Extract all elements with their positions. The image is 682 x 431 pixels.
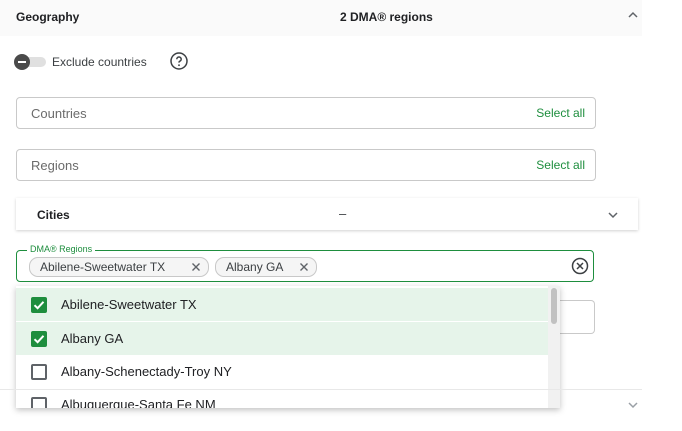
regions-field[interactable]: Regions Select all — [16, 149, 596, 181]
dma-regions-legend: DMA® Regions — [27, 244, 96, 254]
dma-option[interactable]: Albany-Schenectady-Troy NY — [16, 355, 548, 388]
checkbox-unchecked[interactable] — [31, 364, 47, 380]
clear-circle-icon[interactable] — [571, 257, 589, 275]
dma-option[interactable]: Abilene-Sweetwater TX — [16, 288, 548, 321]
dma-option-label: Albuquerque-Santa Fe NM — [61, 397, 216, 408]
dma-chip: Abilene-Sweetwater TX — [29, 257, 209, 277]
dma-chip-label: Albany GA — [226, 260, 284, 274]
dma-option-label: Albany-Schenectady-Troy NY — [61, 364, 232, 379]
chevron-up-icon[interactable] — [626, 8, 640, 22]
exclude-countries-toggle[interactable] — [14, 54, 48, 70]
close-icon[interactable] — [298, 261, 310, 273]
section-divider — [0, 389, 642, 390]
regions-placeholder: Regions — [31, 158, 79, 173]
scrollbar-thumb[interactable] — [551, 288, 557, 324]
countries-field[interactable]: Countries Select all — [16, 97, 596, 129]
cities-panel-header[interactable]: Cities – — [16, 198, 638, 230]
countries-select-all-button[interactable]: Select all — [536, 106, 585, 120]
toggle-knob — [14, 54, 30, 70]
checkbox-checked[interactable] — [31, 297, 47, 313]
dma-option-label: Abilene-Sweetwater TX — [61, 297, 197, 312]
countries-placeholder: Countries — [31, 106, 87, 121]
geography-title: Geography — [16, 10, 80, 24]
dma-option-label: Albany GA — [61, 331, 124, 346]
cities-label: Cities — [37, 208, 70, 222]
chevron-down-icon[interactable] — [606, 208, 620, 222]
chevron-down-icon[interactable] — [626, 398, 640, 412]
check-icon — [33, 335, 45, 344]
dma-regions-field[interactable]: Abilene-Sweetwater TX Albany GA — [16, 250, 594, 282]
regions-select-all-button[interactable]: Select all — [536, 158, 585, 172]
geography-summary: 2 DMA® regions — [340, 10, 433, 24]
exclude-countries-label: Exclude countries — [52, 55, 147, 69]
dma-chip: Albany GA — [215, 257, 317, 277]
dma-chip-label: Abilene-Sweetwater TX — [40, 260, 166, 274]
secondary-field[interactable] — [560, 300, 595, 334]
checkbox-checked[interactable] — [31, 331, 47, 347]
check-icon — [33, 301, 45, 310]
dma-option[interactable]: Albany GA — [16, 322, 548, 355]
cities-summary: – — [339, 206, 347, 221]
help-circle-icon[interactable] — [170, 52, 188, 70]
close-icon[interactable] — [190, 261, 202, 273]
dma-option[interactable]: Albuquerque-Santa Fe NM — [16, 388, 548, 408]
geography-header[interactable] — [0, 0, 642, 36]
checkbox-unchecked[interactable] — [31, 397, 47, 408]
